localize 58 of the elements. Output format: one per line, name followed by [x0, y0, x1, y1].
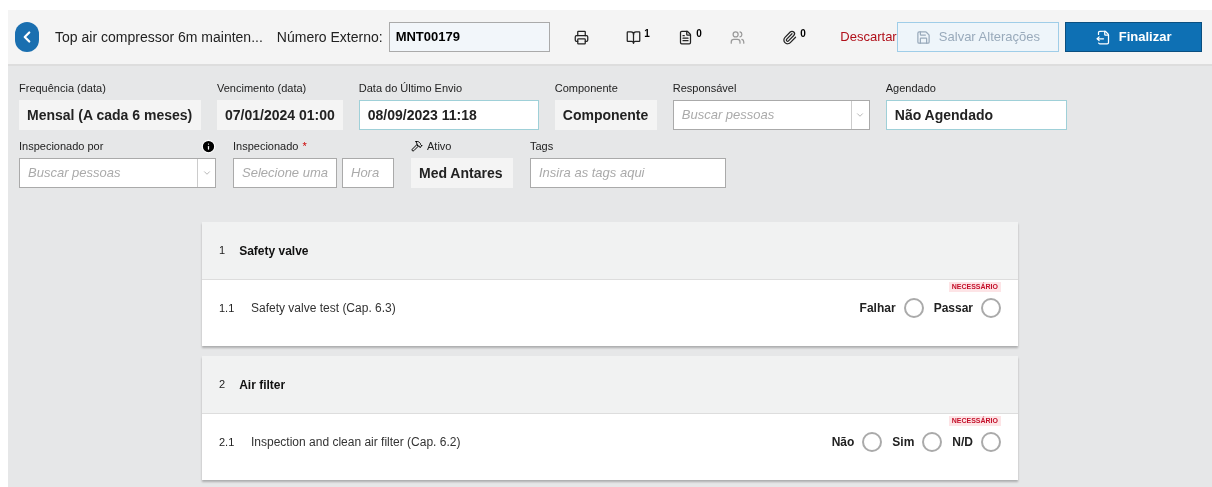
external-number-label: Número Externo:: [276, 27, 383, 47]
save-icon: [915, 29, 931, 45]
item-number: 2.1: [219, 435, 236, 450]
section-number: 2: [219, 377, 226, 393]
radio-button[interactable]: [922, 432, 943, 452]
caret-icon: [201, 168, 212, 178]
option-label: N/D: [952, 434, 973, 451]
field-label: Agendado: [885, 80, 936, 96]
printer-icon[interactable]: [574, 29, 590, 45]
field-label: Responsável: [672, 80, 737, 96]
field-value: Componente: [554, 100, 657, 130]
time-field[interactable]: Hora: [342, 158, 394, 188]
radio-button[interactable]: [862, 432, 883, 452]
option-label: Sim: [892, 434, 915, 451]
count-label: 1: [644, 26, 650, 41]
select-field[interactable]: Buscar pessoas: [19, 158, 216, 188]
option-label: Não: [831, 434, 855, 451]
document-arrow-icon: [1095, 29, 1111, 45]
option-label: Passar: [933, 300, 973, 317]
radio-button[interactable]: [981, 432, 1001, 452]
book-icon[interactable]: [626, 29, 642, 45]
item-number: 1.1: [219, 301, 236, 316]
count-label: 0: [800, 26, 806, 41]
field-label: Inspecionado: [233, 138, 299, 154]
select-field[interactable]: Buscar pessoas: [672, 100, 870, 130]
window-title: Top air compressor 6m mainten...: [55, 27, 263, 47]
radio-button[interactable]: [903, 298, 924, 318]
input-field[interactable]: Não Agendado: [885, 100, 1067, 130]
item-text: Inspection and clean air filter (Cap. 6.2): [251, 434, 461, 451]
finish-button[interactable]: Finalizar: [1065, 22, 1202, 52]
field-label: Data do Último Envio: [358, 80, 463, 96]
field-value: 07/01/2024 01:00: [217, 100, 343, 130]
field-label: Inspecionado por: [19, 138, 104, 154]
document-icon[interactable]: [678, 29, 694, 45]
count-label: 0: [696, 26, 702, 41]
discard-link[interactable]: Descartar: [840, 27, 897, 47]
item-text: Safety valve test (Cap. 6.3): [251, 300, 396, 317]
tags-field[interactable]: Insira as tags aqui: [530, 158, 726, 188]
field-label: Ativo: [427, 138, 452, 154]
paperclip-icon[interactable]: [782, 29, 798, 45]
field-label: Componente: [554, 80, 618, 96]
required-mark: *: [302, 138, 307, 154]
section-title: Air filter: [239, 376, 286, 394]
field-value: Mensal (A cada 6 meses): [19, 100, 201, 130]
radio-button[interactable]: [981, 298, 1001, 318]
input-field[interactable]: 08/09/2023 11:18: [358, 100, 539, 130]
people-icon[interactable]: [730, 29, 746, 45]
section-title: Safety valve: [239, 242, 309, 260]
external-number-field[interactable]: MNT00179: [388, 22, 551, 52]
date-field[interactable]: Selecione uma: [233, 158, 337, 188]
section-number: 1: [219, 243, 226, 259]
option-label: Falhar: [859, 300, 896, 317]
field-label: Frequência (data): [19, 80, 106, 96]
field-label: Vencimento (data): [217, 80, 307, 96]
field-label: Tags: [530, 138, 554, 154]
field-value: Med Antares: [411, 158, 513, 188]
back-button[interactable]: [15, 22, 40, 52]
caret-icon: [855, 110, 866, 120]
